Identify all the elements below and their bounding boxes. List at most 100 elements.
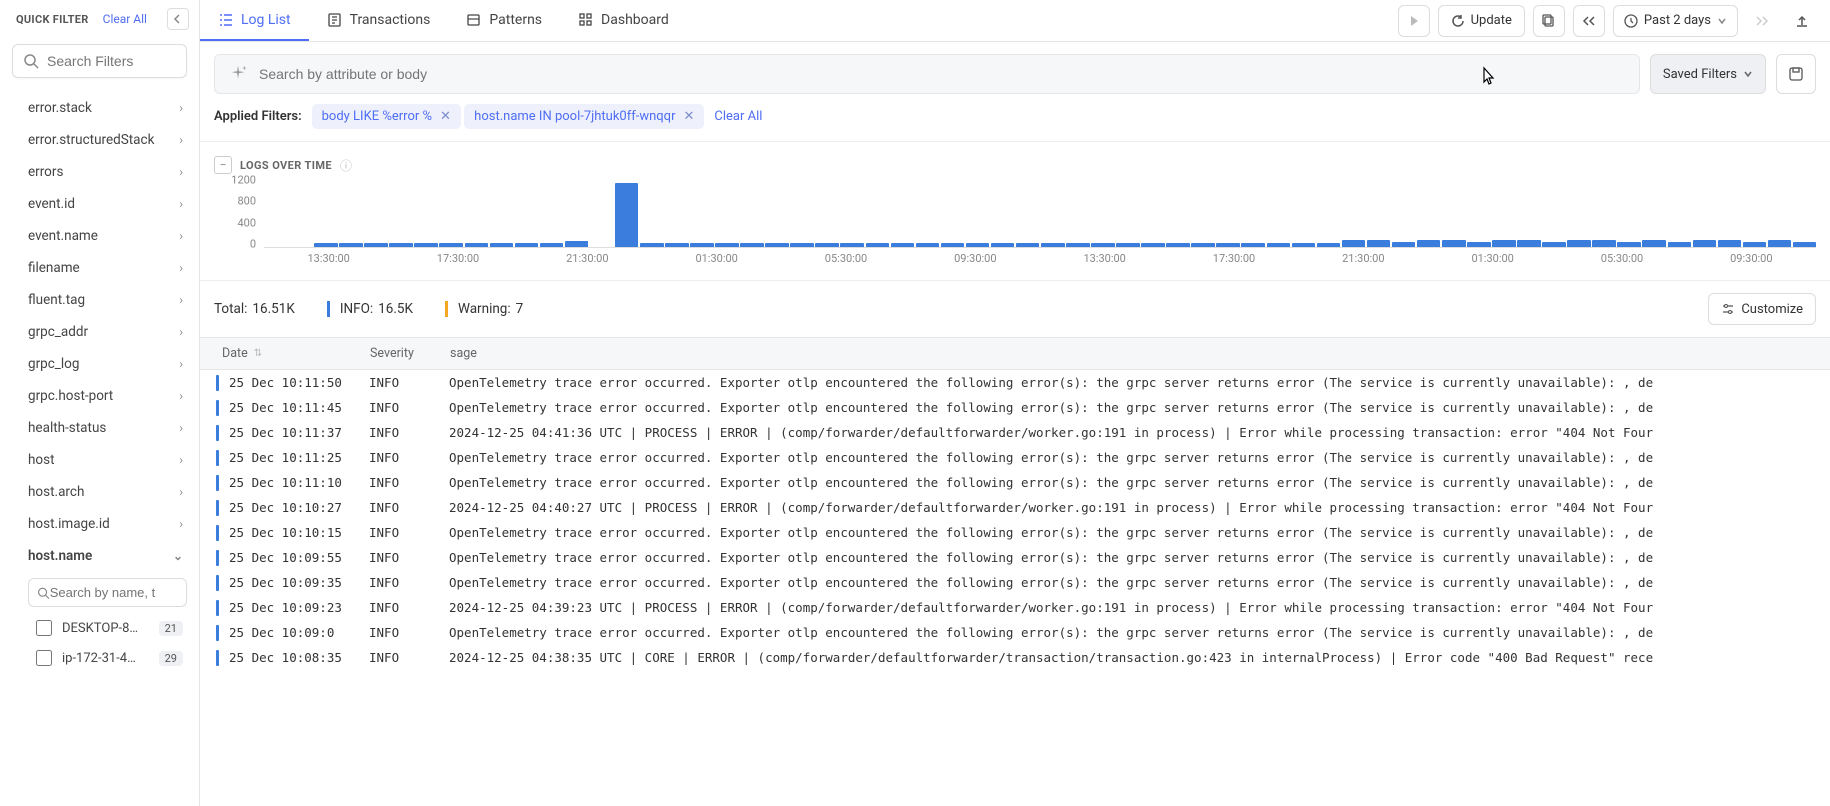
chart-bar[interactable] — [1191, 243, 1215, 247]
chart-bar[interactable] — [515, 243, 539, 247]
tab-transactions[interactable]: Transactions — [309, 0, 449, 41]
table-row[interactable]: 25 Dec 10:09:23 INFO 2024-12-25 04:39:23… — [200, 595, 1830, 620]
chart-bar[interactable] — [866, 243, 890, 247]
chart-bar[interactable] — [490, 243, 514, 247]
table-row[interactable]: 25 Dec 10:09:35 INFO OpenTelemetry trace… — [200, 570, 1830, 595]
time-range-button[interactable]: Past 2 days — [1613, 5, 1738, 37]
step-forward-button[interactable] — [1746, 5, 1778, 37]
filter-item-health-status[interactable]: health-status› — [0, 412, 199, 444]
filter-item-grpc-host-port[interactable]: grpc.host-port› — [0, 380, 199, 412]
chart-bar[interactable] — [565, 241, 589, 247]
filter-item-host[interactable]: host› — [0, 444, 199, 476]
chart-bar[interactable] — [615, 183, 639, 247]
step-back-button[interactable] — [1573, 5, 1605, 37]
filter-chip[interactable]: body LIKE %error %✕ — [312, 104, 461, 129]
chart-bar[interactable] — [1041, 243, 1065, 247]
chart-bar[interactable] — [1267, 243, 1291, 247]
chart-canvas[interactable]: 04008001200 13:30:0017:30:0021:30:0001:3… — [214, 180, 1816, 280]
chart-bar[interactable] — [840, 243, 864, 247]
search-input[interactable] — [259, 66, 1627, 82]
chart-bar[interactable] — [941, 243, 965, 247]
chart-bar[interactable] — [1467, 242, 1491, 247]
customize-button[interactable]: Customize — [1708, 293, 1816, 325]
chart-bar[interactable] — [690, 243, 714, 247]
filter-sub-search-input[interactable] — [50, 585, 178, 600]
chart-bar[interactable] — [1417, 240, 1441, 247]
chart-bar[interactable] — [1542, 242, 1566, 247]
filter-item-host-arch[interactable]: host.arch› — [0, 476, 199, 508]
tab-patterns[interactable]: Patterns — [448, 0, 560, 41]
chart-bar[interactable] — [540, 243, 564, 247]
filter-check-row[interactable]: DESKTOP-8…21 — [0, 613, 199, 643]
chart-bar[interactable] — [1567, 240, 1591, 247]
chart-bar[interactable] — [1517, 240, 1541, 247]
chart-bar[interactable] — [1216, 243, 1240, 247]
chart-bar[interactable] — [665, 243, 689, 247]
filter-item-host-image-id[interactable]: host.image.id› — [0, 508, 199, 540]
chart-bar[interactable] — [465, 243, 489, 247]
copy-button[interactable] — [1533, 5, 1565, 37]
chart-bar[interactable] — [1066, 243, 1090, 247]
filter-item-grpc-addr[interactable]: grpc_addr› — [0, 316, 199, 348]
filter-chip[interactable]: host.name IN pool-7jhtuk0ff-wnqqr✕ — [464, 104, 704, 129]
tab-dashboard[interactable]: Dashboard — [560, 0, 687, 41]
chart-bar[interactable] — [1091, 243, 1115, 247]
chart-bar[interactable] — [991, 243, 1015, 247]
chart-bar[interactable] — [1492, 240, 1516, 247]
chart-bar[interactable] — [640, 243, 664, 247]
tab-log-list[interactable]: Log List — [200, 0, 309, 41]
filter-item-event-name[interactable]: event.name› — [0, 220, 199, 252]
chart-bar[interactable] — [1592, 240, 1616, 247]
chart-bar[interactable] — [389, 243, 413, 247]
upload-button[interactable] — [1786, 5, 1818, 37]
filter-sub-search[interactable] — [28, 578, 187, 607]
filter-item-host-name[interactable]: host.name⌄ — [0, 540, 199, 572]
chart-bar[interactable] — [891, 243, 915, 247]
chart-bar[interactable] — [1166, 243, 1190, 247]
chart-bar[interactable] — [1793, 242, 1817, 247]
chart-bar[interactable] — [966, 243, 990, 247]
chart-bar[interactable] — [1442, 240, 1466, 247]
table-row[interactable]: 25 Dec 10:11:50 INFO OpenTelemetry trace… — [200, 370, 1830, 395]
search-filters-box[interactable] — [12, 44, 187, 78]
filter-check-row[interactable]: ip-172-31-4…29 — [0, 643, 199, 673]
chip-remove[interactable]: ✕ — [683, 109, 694, 124]
filter-checkbox[interactable] — [36, 650, 52, 666]
table-row[interactable]: 25 Dec 10:11:25 INFO OpenTelemetry trace… — [200, 445, 1830, 470]
chart-bar[interactable] — [1392, 242, 1416, 247]
chart-bar[interactable] — [339, 243, 363, 247]
chart-bar[interactable] — [364, 243, 388, 247]
search-filters-input[interactable] — [47, 53, 176, 69]
table-row[interactable]: 25 Dec 10:10:15 INFO OpenTelemetry trace… — [200, 520, 1830, 545]
chart-bar[interactable] — [1367, 240, 1391, 247]
filter-item-filename[interactable]: filename› — [0, 252, 199, 284]
chart-bar[interactable] — [815, 243, 839, 247]
chart-bar[interactable] — [1241, 243, 1265, 247]
table-row[interactable]: 25 Dec 10:08:35 INFO 2024-12-25 04:38:35… — [200, 645, 1830, 670]
chart-bar[interactable] — [1718, 240, 1742, 247]
saved-filters-button[interactable]: Saved Filters — [1650, 54, 1766, 94]
filter-item-error-stack[interactable]: error.stack› — [0, 92, 199, 124]
chart-bar[interactable] — [1693, 240, 1717, 247]
th-message[interactable]: sage — [440, 338, 1830, 369]
chart-bar[interactable] — [1116, 243, 1140, 247]
collapse-chart-button[interactable]: − — [214, 156, 232, 174]
chart-bar[interactable] — [916, 243, 940, 247]
th-severity[interactable]: Severity — [360, 338, 440, 369]
update-button[interactable]: Update — [1438, 5, 1525, 37]
chart-bar[interactable] — [314, 243, 338, 247]
chart-bar[interactable] — [1617, 242, 1641, 247]
filter-item-fluent-tag[interactable]: fluent.tag› — [0, 284, 199, 316]
search-box[interactable] — [214, 54, 1640, 94]
chip-remove[interactable]: ✕ — [440, 109, 451, 124]
table-row[interactable]: 25 Dec 10:09:55 INFO OpenTelemetry trace… — [200, 545, 1830, 570]
filter-item-errors[interactable]: errors› — [0, 156, 199, 188]
table-row[interactable]: 25 Dec 10:11:45 INFO OpenTelemetry trace… — [200, 395, 1830, 420]
clear-all-link[interactable]: Clear All — [103, 12, 147, 26]
chart-bar[interactable] — [1342, 240, 1366, 247]
chart-bar[interactable] — [1016, 243, 1040, 247]
table-row[interactable]: 25 Dec 10:10:27 INFO 2024-12-25 04:40:27… — [200, 495, 1830, 520]
chart-bar[interactable] — [765, 243, 789, 247]
play-button[interactable] — [1398, 5, 1430, 37]
chart-bar[interactable] — [414, 243, 438, 247]
